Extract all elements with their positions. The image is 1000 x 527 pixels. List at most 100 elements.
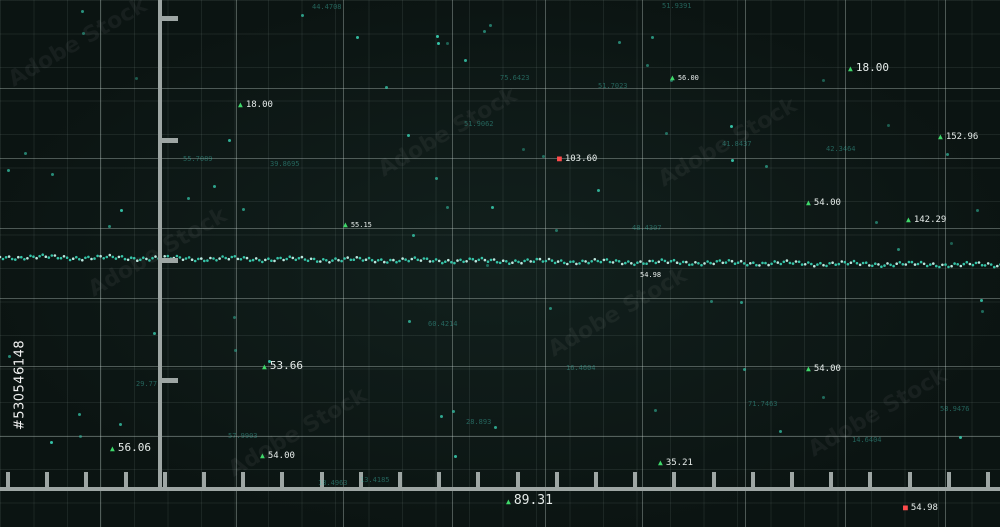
wave-point — [828, 262, 831, 265]
wave-point — [913, 263, 917, 266]
wave-point — [614, 259, 618, 262]
wave-point — [62, 254, 66, 258]
wave-point — [825, 264, 828, 268]
wave-point — [596, 259, 600, 263]
wave-point — [733, 262, 737, 266]
wave-point — [996, 264, 999, 268]
wave-point — [227, 257, 231, 261]
scatter-dot — [665, 132, 668, 135]
wave-point — [389, 258, 392, 262]
scatter-dot — [491, 206, 494, 209]
scatter-dot — [950, 242, 953, 245]
wave-point — [413, 256, 417, 259]
up-arrow-icon: ▲ — [343, 220, 348, 229]
scatter-dot — [646, 64, 649, 67]
wave-point — [898, 261, 902, 264]
value-label-text: 18.00 — [245, 100, 273, 110]
scatter-dot — [765, 165, 768, 168]
wave-point — [813, 264, 816, 268]
wave-point — [776, 261, 780, 264]
wave-point — [282, 258, 285, 262]
wave-point — [349, 258, 353, 262]
scatter-dot — [408, 320, 411, 323]
wave-point — [566, 262, 569, 266]
faint-value-label: 71.7463 — [748, 400, 778, 408]
wave-point — [529, 260, 532, 263]
wave-point — [822, 263, 825, 267]
wave-point — [498, 261, 502, 265]
wave-point — [938, 265, 941, 269]
wave-point — [376, 259, 380, 262]
wave-point — [352, 258, 356, 262]
wave-point — [685, 260, 688, 264]
wave-point — [977, 261, 981, 264]
wave-point — [895, 262, 898, 266]
wave-point — [71, 257, 75, 261]
wave-point — [236, 257, 240, 261]
scatter-dot — [981, 310, 984, 313]
wave-point — [944, 263, 947, 266]
wave-point — [343, 257, 346, 260]
vertical-ruler — [158, 0, 162, 490]
wave-point — [752, 261, 755, 265]
scatter-dot — [436, 35, 439, 38]
value-label-text: 18.00 — [855, 61, 889, 74]
wave-point — [401, 257, 404, 260]
faint-value-label: 51.7023 — [598, 82, 628, 90]
value-label: ▲ 53.66 — [262, 360, 303, 371]
wave-point — [974, 261, 978, 265]
wave-point — [132, 256, 136, 260]
wave-point — [285, 257, 289, 261]
wave-point — [816, 263, 819, 266]
scatter-dot — [7, 169, 10, 172]
wave-point — [297, 256, 301, 260]
wave-point — [877, 263, 880, 266]
horizontal-ruler — [0, 487, 1000, 491]
down-marker-icon: ■ — [557, 154, 562, 163]
wave-point — [501, 259, 505, 263]
scatter-dot — [822, 79, 825, 82]
wave-point — [108, 253, 112, 257]
wave-point — [523, 259, 526, 263]
wave-point — [861, 261, 865, 265]
scatter-dot — [494, 426, 497, 429]
wave-point — [50, 254, 54, 257]
wave-point — [855, 261, 859, 265]
faint-value-label: 28.893 — [466, 418, 492, 426]
wave-point — [932, 262, 935, 265]
wave-point — [270, 259, 273, 263]
wave-point — [239, 258, 243, 261]
scatter-dot — [51, 173, 54, 176]
ruler-tick — [124, 472, 128, 488]
wave-point — [590, 260, 593, 263]
up-arrow-icon: ▲ — [262, 362, 267, 371]
ruler-tick — [163, 472, 167, 488]
ruler-tick — [672, 472, 676, 488]
wave-point — [17, 255, 20, 259]
wave-point — [544, 259, 548, 263]
wave-point — [291, 256, 295, 260]
wave-point — [666, 261, 670, 265]
wave-point — [669, 259, 673, 263]
wave-point — [337, 258, 340, 262]
value-label-text: 56.06 — [117, 441, 151, 454]
wave-point — [800, 263, 804, 266]
ruler-tick — [868, 472, 872, 488]
wave-point — [477, 258, 481, 262]
scatter-dot — [119, 423, 122, 426]
wave-point — [123, 257, 127, 261]
value-label-text: 54.00 — [267, 451, 295, 461]
wave-point — [883, 264, 886, 267]
wave-point — [971, 263, 975, 267]
wave-point — [706, 260, 709, 263]
value-label-text: 152.96 — [945, 132, 979, 142]
wave-point — [319, 260, 322, 263]
wave-point — [916, 262, 920, 266]
wave-point — [505, 260, 508, 263]
ruler-tick — [437, 472, 441, 488]
value-label: ▲ 54.00 — [806, 199, 841, 208]
wave-point — [691, 263, 694, 266]
wave-point — [245, 256, 249, 260]
wave-point — [993, 265, 996, 269]
wave-point — [831, 261, 834, 265]
